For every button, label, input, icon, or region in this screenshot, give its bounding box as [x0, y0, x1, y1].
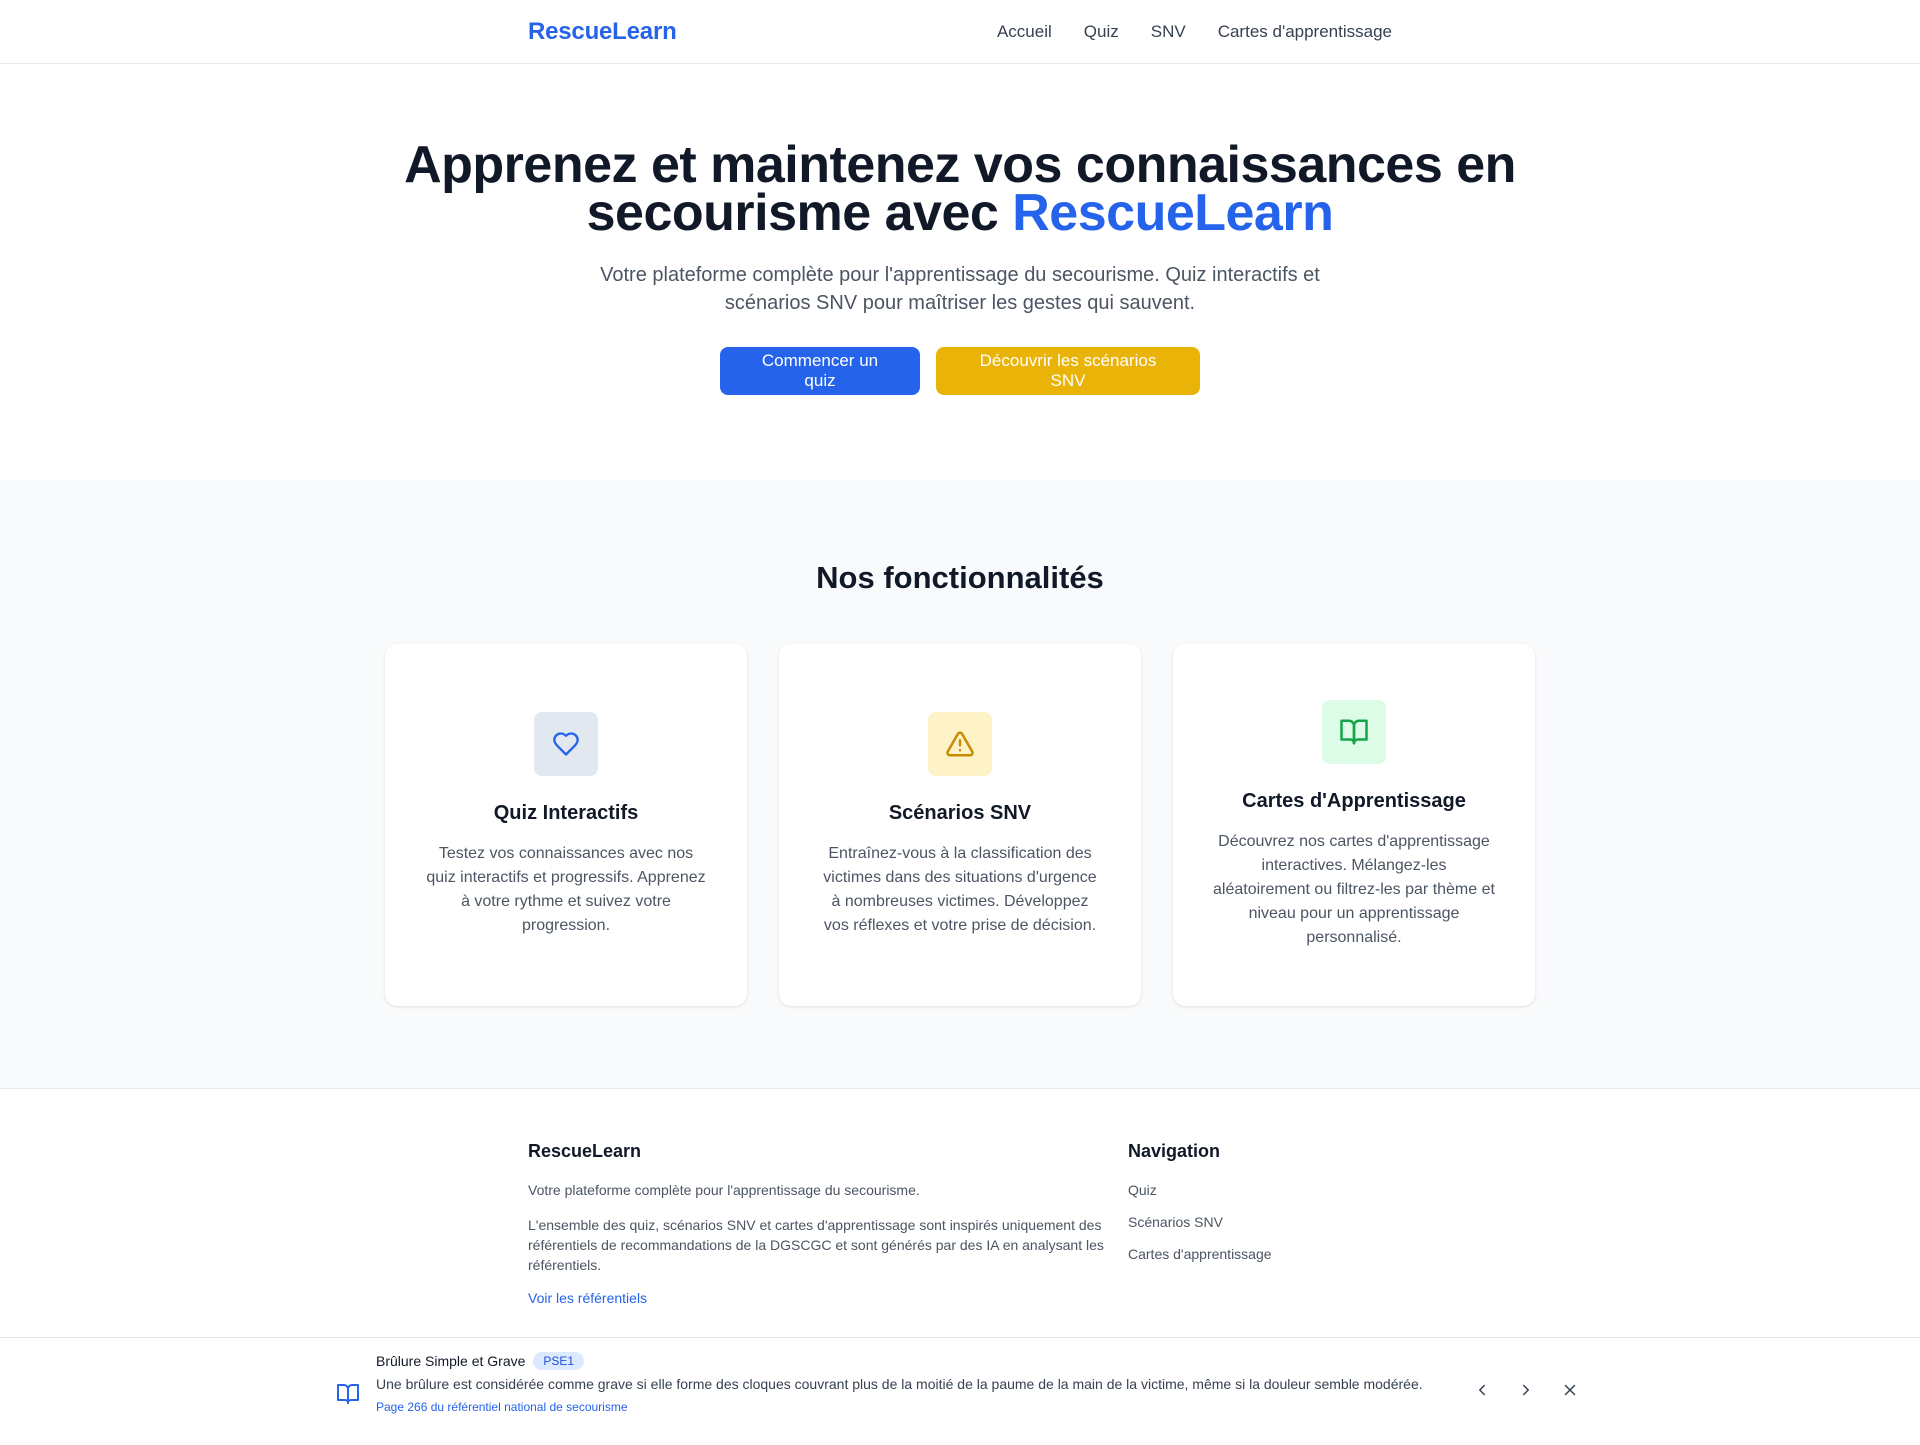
warning-icon	[928, 712, 992, 776]
book-open-icon	[336, 1382, 360, 1411]
main-nav: Accueil Quiz SNV Cartes d'apprentissage	[997, 22, 1392, 42]
chevron-left-icon	[1479, 1384, 1485, 1396]
footer-about: RescueLearn Votre plateforme complète po…	[528, 1141, 1128, 1308]
nav-link-snv[interactable]: SNV	[1151, 22, 1186, 42]
previous-button[interactable]	[1470, 1378, 1494, 1402]
feature-description: Entraînez-vous à la classification des v…	[823, 845, 1097, 934]
nav-link-quiz[interactable]: Quiz	[1084, 22, 1119, 42]
close-icon	[1564, 1384, 1576, 1396]
feature-card-quiz[interactable]: Quiz Interactifs Testez vos connaissance…	[385, 644, 747, 1006]
toast-content: Brûlure Simple et Grave PSE1 Une brûlure…	[376, 1352, 1436, 1414]
toast-text: Une brûlure est considérée comme grave s…	[376, 1376, 1423, 1392]
features-section: Nos fonctionnalités Quiz Interactifs Tes…	[0, 480, 1920, 1088]
hero-title-accent: RescueLearn	[1012, 184, 1334, 242]
features-heading: Nos fonctionnalités	[816, 560, 1104, 595]
feature-cards: Quiz Interactifs Testez vos connaissance…	[0, 644, 1920, 1006]
hero-section: Apprenez et maintenez vos connaissances …	[0, 64, 1920, 480]
chevron-right-icon	[1523, 1384, 1529, 1396]
learning-card-toast: Brûlure Simple et Grave PSE1 Une brûlure…	[0, 1337, 1920, 1445]
footer-tagline: Votre plateforme complète pour l'apprent…	[528, 1182, 920, 1198]
book-open-icon	[1322, 700, 1386, 764]
footer-brand: RescueLearn	[528, 1141, 642, 1161]
feature-title: Cartes d'Apprentissage	[1242, 790, 1466, 812]
footer-disclaimer: L'ensemble des quiz, scénarios SNV et ca…	[528, 1217, 1104, 1273]
toast-controls	[1470, 1378, 1582, 1402]
feature-card-snv[interactable]: Scénarios SNV Entraînez-vous à la classi…	[779, 644, 1141, 1006]
level-badge: PSE1	[533, 1352, 585, 1370]
feature-description: Découvrez nos cartes d'apprentissage int…	[1213, 833, 1495, 946]
hero-actions: Commencer un quiz Découvrir les scénario…	[0, 347, 1920, 395]
nav-link-accueil[interactable]: Accueil	[997, 22, 1052, 42]
footer-link-quiz[interactable]: Quiz	[1128, 1180, 1392, 1200]
footer-navigation: Navigation Quiz Scénarios SNV Cartes d'a…	[1128, 1141, 1392, 1308]
feature-card-cartes[interactable]: Cartes d'Apprentissage Découvrez nos car…	[1173, 644, 1535, 1006]
start-quiz-button[interactable]: Commencer un quiz	[720, 347, 920, 395]
hero-title-text: Apprenez et maintenez vos connaissances …	[404, 136, 1516, 242]
footer-nav-heading: Navigation	[1128, 1141, 1221, 1161]
view-references-link[interactable]: Voir les référentiels	[528, 1290, 647, 1306]
feature-title: Scénarios SNV	[888, 802, 1032, 824]
footer-link-snv[interactable]: Scénarios SNV	[1128, 1212, 1392, 1232]
hero-title: Apprenez et maintenez vos connaissances …	[385, 139, 1535, 239]
toast-reference-link[interactable]: Page 266 du référentiel national de seco…	[376, 1400, 1436, 1414]
feature-title: Quiz Interactifs	[493, 802, 639, 824]
heart-icon	[534, 712, 598, 776]
hero-subtitle: Votre plateforme complète pour l'apprent…	[600, 264, 1320, 314]
footer-link-cartes[interactable]: Cartes d'apprentissage	[1128, 1244, 1392, 1264]
nav-link-cartes[interactable]: Cartes d'apprentissage	[1218, 22, 1392, 42]
site-footer: RescueLearn Votre plateforme complète po…	[0, 1088, 1920, 1336]
discover-snv-button[interactable]: Découvrir les scénarios SNV	[936, 347, 1200, 395]
feature-description: Testez vos connaissances avec nos quiz i…	[426, 845, 706, 934]
next-button[interactable]	[1514, 1378, 1538, 1402]
brand-logo[interactable]: RescueLearn	[528, 18, 677, 46]
site-header: RescueLearn Accueil Quiz SNV Cartes d'ap…	[0, 0, 1920, 64]
close-button[interactable]	[1558, 1378, 1582, 1402]
toast-title: Brûlure Simple et Grave	[376, 1353, 526, 1369]
